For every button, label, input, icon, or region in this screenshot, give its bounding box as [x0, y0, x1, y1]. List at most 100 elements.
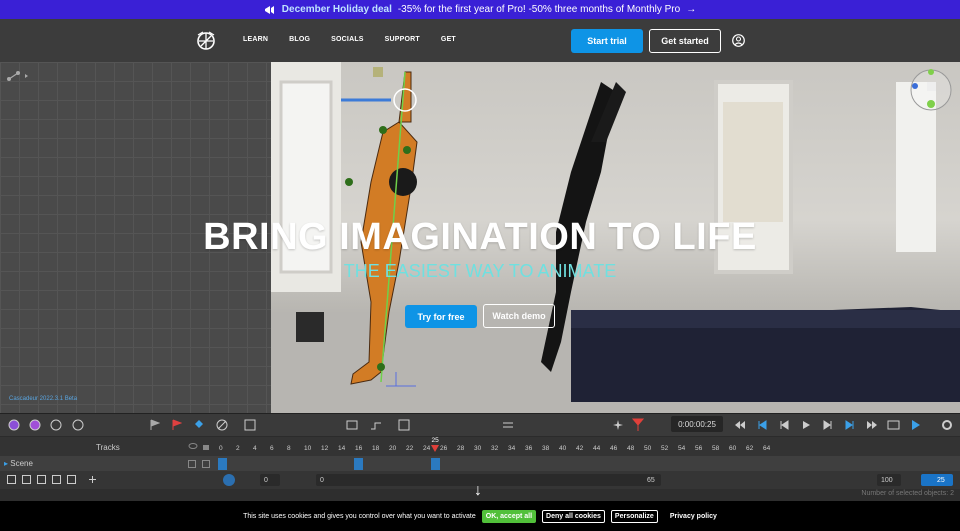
loop-icon[interactable]	[887, 419, 900, 431]
ruler-tick-label: 42	[576, 445, 584, 452]
key-circle-purple-icon[interactable]	[8, 419, 20, 431]
watch-demo-button[interactable]: Watch demo	[483, 304, 555, 328]
current-frame-label: 25	[431, 437, 439, 444]
accept-cookies-button[interactable]: OK, accept all	[481, 509, 537, 523]
ruler-tick-label: 30	[474, 445, 482, 452]
ruler-tick-label: 2	[236, 445, 240, 452]
ruler-tick-label: 48	[627, 445, 635, 452]
promo-bar[interactable]: December Holiday deal -35% for the first…	[0, 0, 960, 19]
lock-icon[interactable]	[202, 441, 210, 451]
ruler-tick-label: 40	[559, 445, 567, 452]
scene-visibility-checkbox[interactable]	[188, 460, 196, 468]
nav-socials[interactable]: SOCIALS	[331, 36, 364, 43]
timecode-display[interactable]: 0:00:00:25	[671, 416, 723, 432]
frame-ruler[interactable]: 0 2 4 6 8 10 12 14 16 18 20 22 24 26 28 30 32 34 36 38 40 42 4…	[217, 437, 960, 456]
rewind-icon[interactable]	[734, 420, 746, 430]
ruler-tick-label: 0	[219, 445, 223, 452]
megaphone-icon	[264, 5, 274, 14]
hero-subtitle: THE EASIEST WAY TO ANIMATE	[343, 261, 617, 281]
keyframe[interactable]	[218, 458, 227, 470]
interval-key-icon[interactable]	[222, 473, 236, 487]
interval-end-field[interactable]: 65	[643, 474, 661, 486]
total-frames-field[interactable]: 100	[877, 474, 901, 486]
privacy-policy-link[interactable]: Privacy policy	[670, 513, 717, 520]
ruler-tick-label: 12	[321, 445, 329, 452]
ruler-tick-label: 64	[763, 445, 771, 452]
tracks-label: Tracks	[96, 443, 120, 452]
play-range-icon[interactable]	[910, 419, 922, 431]
interval-alt-icon[interactable]	[398, 419, 410, 431]
interval-icon[interactable]	[244, 419, 256, 431]
selection-status: Number of selected objects: 2	[861, 490, 954, 497]
fit-icon[interactable]	[346, 419, 358, 431]
loop-circle-alt-icon[interactable]	[72, 419, 84, 431]
prev-frame-icon[interactable]	[779, 420, 789, 430]
next-key-icon[interactable]	[845, 420, 855, 430]
scroll-down-arrow-icon[interactable]: ↓	[474, 482, 482, 500]
try-for-free-button[interactable]: Try for free	[405, 305, 477, 328]
arrow-right-icon: →	[686, 4, 697, 15]
timeline-toolbar	[0, 413, 960, 436]
fast-forward-icon[interactable]	[866, 420, 878, 430]
ruler-tick-label: 46	[610, 445, 618, 452]
interval-start-field[interactable]: 0	[260, 474, 280, 486]
pin-blue-icon[interactable]	[194, 419, 204, 431]
layer-icon-4[interactable]	[52, 475, 61, 484]
ruler-tick-label: 4	[253, 445, 257, 452]
loop-circle-icon[interactable]	[50, 419, 62, 431]
nav-blog[interactable]: BLOG	[289, 36, 310, 43]
start-trial-button[interactable]: Start trial	[571, 29, 643, 53]
keyframe[interactable]	[354, 458, 363, 470]
ruler-tick-label: 54	[678, 445, 686, 452]
personalize-cookies-button[interactable]: Personalize	[610, 509, 658, 523]
prev-key-icon[interactable]	[757, 420, 767, 430]
ruler-tick-label: 18	[372, 445, 380, 452]
top-navbar: LEARN BLOG SOCIALS SUPPORT GET Start tri…	[0, 19, 960, 62]
next-frame-icon[interactable]	[823, 420, 833, 430]
key-circle-violet-icon[interactable]	[29, 419, 41, 431]
ruler-tick-label: 36	[525, 445, 533, 452]
scene-track-label[interactable]: ▸ Scene	[4, 459, 33, 468]
layer-icon-2[interactable]	[22, 475, 31, 484]
nav-links: LEARN BLOG SOCIALS SUPPORT GET	[243, 36, 477, 43]
ruler-tick-label: 14	[338, 445, 346, 452]
ruler-tick-label: 28	[457, 445, 465, 452]
ruler-tick-label: 60	[729, 445, 737, 452]
scene-track-row[interactable]	[0, 456, 960, 471]
layer-icon-3[interactable]	[37, 475, 46, 484]
step-icon[interactable]	[370, 419, 382, 431]
nav-support[interactable]: SUPPORT	[385, 36, 420, 43]
sparkle-icon[interactable]	[612, 419, 624, 431]
ruler-tick-label: 34	[508, 445, 516, 452]
flag-grey-icon[interactable]	[150, 419, 160, 431]
scene-label-text: Scene	[10, 459, 33, 468]
flag-red-icon[interactable]	[172, 419, 182, 431]
scene-lock-checkbox[interactable]	[202, 460, 210, 468]
nav-learn[interactable]: LEARN	[243, 36, 268, 43]
skeleton-tool-icon[interactable]	[6, 70, 30, 82]
settings-gear-icon[interactable]	[941, 419, 953, 431]
user-icon[interactable]	[732, 34, 745, 47]
ruler-tick-label: 52	[661, 445, 669, 452]
version-label: Cascadeur 2022.3.1 Beta	[9, 396, 78, 402]
play-icon[interactable]	[801, 420, 811, 430]
visibility-eye-icon[interactable]	[188, 442, 198, 450]
keyframe[interactable]	[430, 458, 440, 470]
playhead-marker-icon[interactable]	[632, 418, 644, 432]
deny-cookies-button[interactable]: Deny all cookies	[542, 509, 605, 523]
layer-icon-1[interactable]	[7, 475, 16, 484]
ruler-tick-label: 8	[287, 445, 291, 452]
fps-field[interactable]: 25	[921, 474, 953, 486]
ruler-tick-label: 24	[423, 445, 431, 452]
layer-icon-5[interactable]	[67, 475, 76, 484]
swap-icon[interactable]	[502, 419, 514, 431]
add-layer-icon[interactable]	[88, 475, 97, 484]
logo-icon[interactable]	[195, 29, 217, 51]
ruler-tick-label: 22	[406, 445, 414, 452]
ruler-tick-label: 6	[270, 445, 274, 452]
disable-icon[interactable]	[216, 419, 228, 431]
playhead-marker[interactable]	[430, 445, 439, 452]
get-started-button[interactable]: Get started	[649, 29, 721, 53]
nav-get[interactable]: GET	[441, 36, 456, 43]
ruler-tick-label: 58	[712, 445, 720, 452]
